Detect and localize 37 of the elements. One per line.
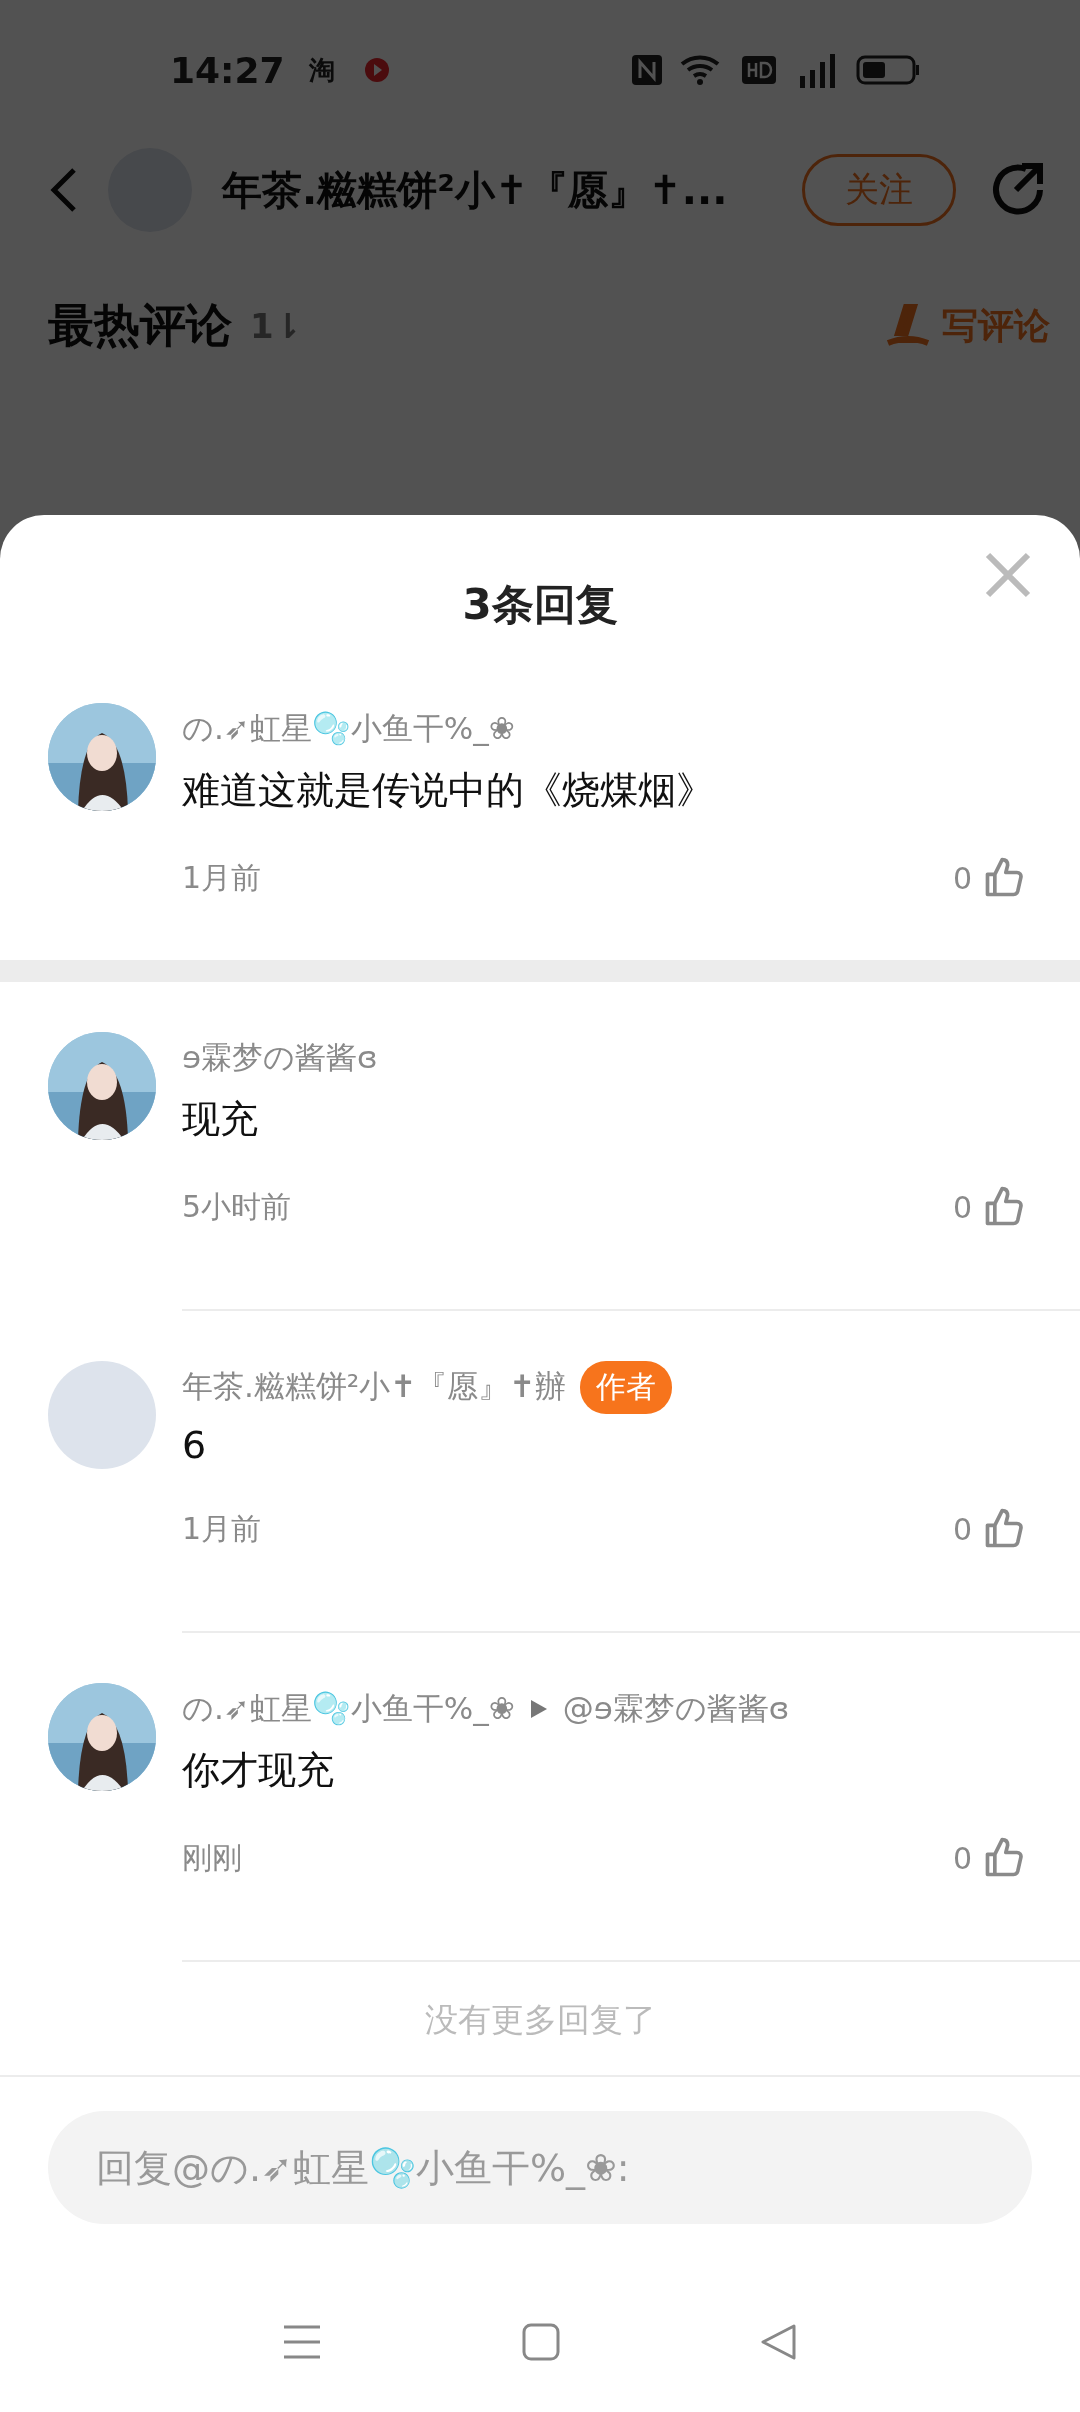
post-author-name: 年茶.糍糕饼²小✝『愿』✝... (222, 165, 729, 215)
back-icon[interactable] (48, 166, 78, 214)
comment-text: 难道这就是传说中的《烧煤烟》 (182, 767, 715, 814)
section-title: 最热评论 (48, 297, 232, 354)
menu-button[interactable] (282, 2324, 322, 2360)
square-icon (522, 2323, 560, 2361)
user-name[interactable]: 年茶.糍糕饼²小✝『愿』✝辦 (182, 1366, 567, 1408)
like-count: 0 (952, 860, 972, 896)
reply-target-name[interactable]: @ɘ霖梦の酱酱ɞ (562, 1688, 790, 1730)
comment-text: 现充 (182, 1096, 259, 1143)
triangle-icon (760, 2323, 798, 2361)
status-time: 14:27 (170, 49, 285, 91)
comment-text: 6 (182, 1423, 208, 1467)
comment-time: 5小时前 (182, 1187, 292, 1226)
sheet-title: 3条回复 (462, 579, 618, 631)
comment-time: 1月前 (182, 858, 262, 897)
user-name[interactable]: ɘ霖梦の酱酱ɞ (182, 1037, 378, 1079)
hd-icon (742, 56, 776, 84)
comment-text: 你才现充 (182, 1747, 335, 1794)
comment-time: 刚刚 (182, 1838, 242, 1877)
user-name[interactable]: の.➶虹星🫧小鱼干%_❀ (182, 1688, 515, 1730)
nfc-icon (632, 55, 662, 85)
reply-input-field[interactable]: 回复@の.➶虹星🫧小鱼干%_❀: (48, 2111, 1032, 2224)
notification-app-label: 淘 (308, 53, 335, 87)
comment-time: 1月前 (182, 1509, 262, 1548)
like-count: 0 (952, 1189, 972, 1225)
like-count: 0 (952, 1840, 972, 1876)
menu-icon (282, 2324, 322, 2360)
pen-icon (884, 303, 930, 349)
home-button[interactable] (522, 2323, 560, 2361)
end-note: 没有更多回复了 (424, 1999, 656, 2041)
battery-icon (856, 55, 920, 85)
play-arrow-icon (528, 1698, 549, 1720)
author-badge: 作者 (580, 1360, 673, 1414)
back-button[interactable] (760, 2323, 798, 2361)
like-count: 0 (952, 1511, 972, 1547)
user-name[interactable]: の.➶虹星🫧小鱼干%_❀ (182, 708, 515, 750)
